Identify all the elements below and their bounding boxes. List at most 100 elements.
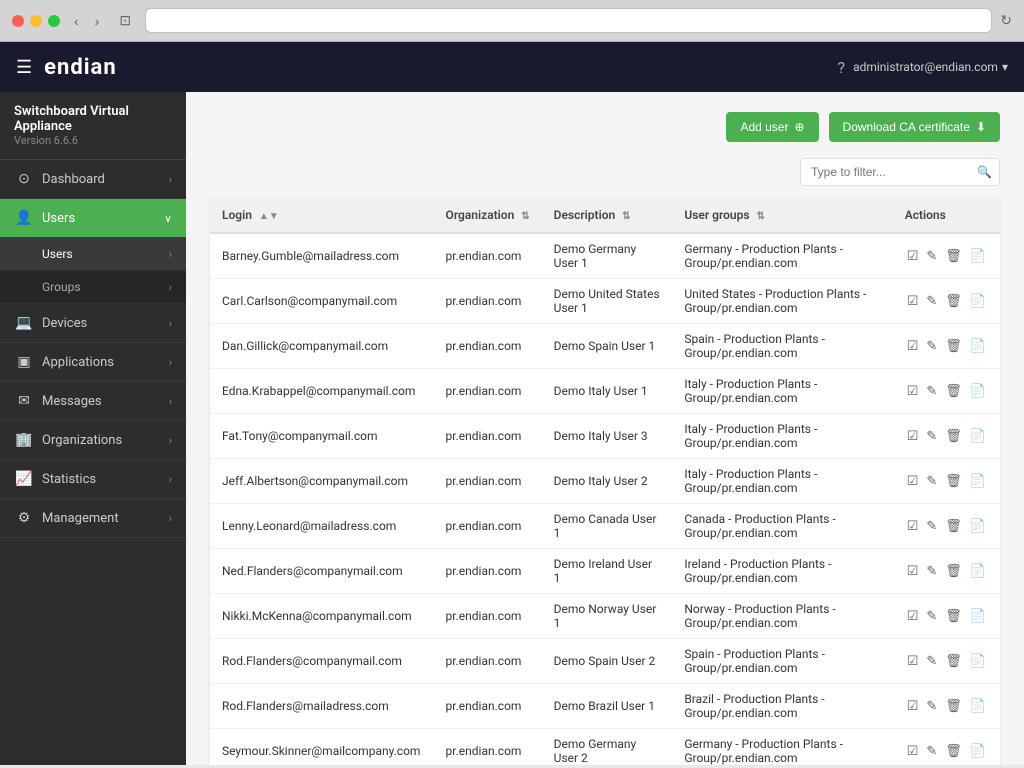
cell-login: Seymour.Skinner@mailcompany.com bbox=[210, 729, 434, 766]
chevron-right-icon-mgmt: › bbox=[169, 512, 172, 525]
address-bar[interactable] bbox=[145, 8, 992, 33]
permissions-icon[interactable]: ☑ bbox=[905, 697, 921, 716]
download-ca-button[interactable]: Download CA certificate ⬇ bbox=[829, 112, 1000, 142]
back-button[interactable]: ‹ bbox=[68, 11, 85, 31]
table-row: Rod.Flanders@companymail.compr.endian.co… bbox=[210, 639, 1000, 684]
cell-login: Rod.Flanders@companymail.com bbox=[210, 639, 434, 684]
certificate-icon[interactable]: 📄 bbox=[968, 427, 988, 446]
filter-input-wrap: 🔍 bbox=[800, 158, 1000, 186]
table-row: Dan.Gillick@companymail.compr.endian.com… bbox=[210, 324, 1000, 369]
permissions-icon[interactable]: ☑ bbox=[905, 742, 921, 761]
delete-icon[interactable]: 🗑 bbox=[943, 517, 964, 536]
certificate-icon[interactable]: 📄 bbox=[968, 652, 988, 671]
delete-icon[interactable]: 🗑 bbox=[943, 607, 964, 626]
sort-icon-login[interactable]: ▲▼ bbox=[259, 211, 279, 222]
certificate-icon[interactable]: 📄 bbox=[968, 337, 988, 356]
delete-icon[interactable]: 🗑 bbox=[943, 427, 964, 446]
admin-info[interactable]: administrator@endian.com ▾ bbox=[853, 60, 1008, 74]
help-icon[interactable]: ? bbox=[838, 58, 846, 77]
forward-button[interactable]: › bbox=[89, 11, 106, 31]
filter-input[interactable] bbox=[800, 158, 1000, 186]
certificate-icon[interactable]: 📄 bbox=[968, 607, 988, 626]
certificate-icon[interactable]: 📄 bbox=[968, 562, 988, 581]
add-user-button[interactable]: Add user ⊕ bbox=[726, 112, 818, 142]
delete-icon[interactable]: 🗑 bbox=[943, 652, 964, 671]
reload-button[interactable]: ↻ bbox=[1000, 12, 1012, 29]
permissions-icon[interactable]: ☑ bbox=[905, 337, 921, 356]
cell-user-groups: Italy - Production Plants - Group/pr.end… bbox=[672, 459, 892, 504]
edit-icon[interactable]: ✎ bbox=[924, 427, 939, 446]
minimize-button[interactable] bbox=[30, 15, 42, 27]
col-header-login[interactable]: Login ▲▼ bbox=[210, 198, 434, 233]
filter-row: 🔍 bbox=[210, 158, 1000, 186]
edit-icon[interactable]: ✎ bbox=[924, 337, 939, 356]
table-row: Seymour.Skinner@mailcompany.compr.endian… bbox=[210, 729, 1000, 766]
sidebar-item-organizations[interactable]: 🏢 Organizations › bbox=[0, 421, 186, 460]
cell-user-groups: Brazil - Production Plants - Group/pr.en… bbox=[672, 684, 892, 729]
sidebar-toggle-button[interactable]: ⊡ bbox=[113, 10, 137, 31]
edit-icon[interactable]: ✎ bbox=[924, 607, 939, 626]
certificate-icon[interactable]: 📄 bbox=[968, 292, 988, 311]
certificate-icon[interactable]: 📄 bbox=[968, 517, 988, 536]
permissions-icon[interactable]: ☑ bbox=[905, 607, 921, 626]
sort-icon-groups[interactable]: ⇅ bbox=[757, 211, 765, 222]
delete-icon[interactable]: 🗑 bbox=[943, 247, 964, 266]
certificate-icon[interactable]: 📄 bbox=[968, 742, 988, 761]
permissions-icon[interactable]: ☑ bbox=[905, 247, 921, 266]
edit-icon[interactable]: ✎ bbox=[924, 697, 939, 716]
delete-icon[interactable]: 🗑 bbox=[943, 382, 964, 401]
cell-login: Lenny.Leonard@mailadress.com bbox=[210, 504, 434, 549]
edit-icon[interactable]: ✎ bbox=[924, 292, 939, 311]
sidebar-item-management[interactable]: ⚙ Management › bbox=[0, 499, 186, 538]
col-header-user-groups[interactable]: User groups ⇅ bbox=[672, 198, 892, 233]
edit-icon[interactable]: ✎ bbox=[924, 517, 939, 536]
edit-icon[interactable]: ✎ bbox=[924, 247, 939, 266]
sidebar-item-dashboard[interactable]: ⊙ Dashboard › bbox=[0, 160, 186, 199]
edit-icon[interactable]: ✎ bbox=[924, 742, 939, 761]
sort-icon-desc[interactable]: ⇅ bbox=[622, 211, 630, 222]
sort-icon-org[interactable]: ⇅ bbox=[521, 211, 529, 222]
certificate-icon[interactable]: 📄 bbox=[968, 697, 988, 716]
certificate-icon[interactable]: 📄 bbox=[968, 382, 988, 401]
sidebar-item-messages[interactable]: ✉ Messages › bbox=[0, 382, 186, 421]
sidebar-sub-item-groups[interactable]: Groups › bbox=[0, 271, 186, 304]
delete-icon[interactable]: 🗑 bbox=[943, 697, 964, 716]
sidebar-item-applications[interactable]: ▣ Applications › bbox=[0, 343, 186, 382]
certificate-icon[interactable]: 📄 bbox=[968, 247, 988, 266]
delete-icon[interactable]: 🗑 bbox=[943, 472, 964, 491]
cell-organization: pr.endian.com bbox=[434, 504, 542, 549]
organizations-icon: 🏢 bbox=[14, 432, 34, 448]
edit-icon[interactable]: ✎ bbox=[924, 472, 939, 491]
edit-icon[interactable]: ✎ bbox=[924, 562, 939, 581]
statistics-icon: 📈 bbox=[14, 471, 34, 487]
sidebar-item-users[interactable]: 👤 Users ∨ bbox=[0, 199, 186, 238]
permissions-icon[interactable]: ☑ bbox=[905, 292, 921, 311]
table-header: Login ▲▼ Organization ⇅ Description ⇅ bbox=[210, 198, 1000, 233]
edit-icon[interactable]: ✎ bbox=[924, 382, 939, 401]
hamburger-icon[interactable]: ☰ bbox=[16, 57, 32, 78]
browser-chrome: ‹ › ⊡ ↻ bbox=[0, 0, 1024, 42]
cell-organization: pr.endian.com bbox=[434, 324, 542, 369]
permissions-icon[interactable]: ☑ bbox=[905, 517, 921, 536]
delete-icon[interactable]: 🗑 bbox=[943, 337, 964, 356]
delete-icon[interactable]: 🗑 bbox=[943, 562, 964, 581]
certificate-icon[interactable]: 📄 bbox=[968, 472, 988, 491]
sidebar-label-statistics: Statistics bbox=[42, 472, 169, 487]
sidebar-sub-item-users[interactable]: Users › bbox=[0, 238, 186, 271]
permissions-icon[interactable]: ☑ bbox=[905, 472, 921, 491]
cell-description: Demo Germany User 2 bbox=[542, 729, 673, 766]
col-header-description[interactable]: Description ⇅ bbox=[542, 198, 673, 233]
sidebar-item-devices[interactable]: 💻 Devices › bbox=[0, 304, 186, 343]
col-header-organization[interactable]: Organization ⇅ bbox=[434, 198, 542, 233]
edit-icon[interactable]: ✎ bbox=[924, 652, 939, 671]
close-button[interactable] bbox=[12, 15, 24, 27]
cell-organization: pr.endian.com bbox=[434, 233, 542, 279]
permissions-icon[interactable]: ☑ bbox=[905, 382, 921, 401]
permissions-icon[interactable]: ☑ bbox=[905, 562, 921, 581]
delete-icon[interactable]: 🗑 bbox=[943, 292, 964, 311]
permissions-icon[interactable]: ☑ bbox=[905, 652, 921, 671]
delete-icon[interactable]: 🗑 bbox=[943, 742, 964, 761]
maximize-button[interactable] bbox=[48, 15, 60, 27]
permissions-icon[interactable]: ☑ bbox=[905, 427, 921, 446]
sidebar-item-statistics[interactable]: 📈 Statistics › bbox=[0, 460, 186, 499]
